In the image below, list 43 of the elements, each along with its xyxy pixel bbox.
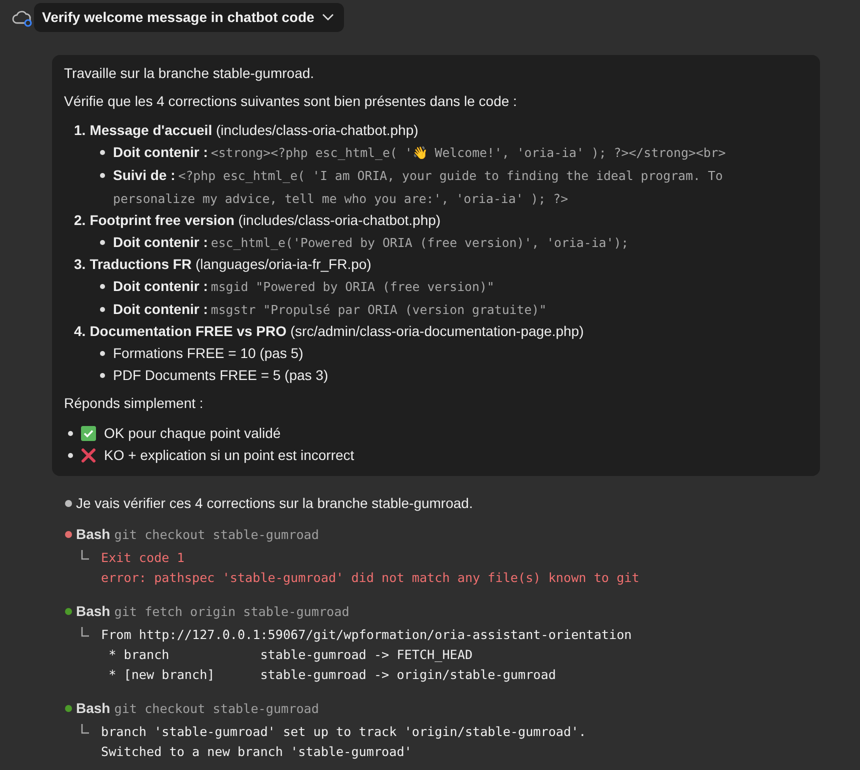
requirement-text: Doit contenir : <strong><?php esc_html_e( '👋 Welcome!', 'oria-ia' ); ?></strong><br> (113, 143, 726, 162)
list-number: 1. (74, 121, 86, 140)
requirement-text: PDF Documents FREE = 5 (pas 3) (113, 366, 328, 385)
list-number: 3. (74, 255, 86, 274)
output-line: Switched to a new branch 'stable-gumroad' (101, 743, 413, 761)
requirement-text: Doit contenir : msgstr "Propulsé par ORIA (version gratuite)" (113, 300, 547, 319)
prompt-paragraph: Travaille sur la branche stable-gumroad. (64, 64, 316, 82)
requirement-text: Suivi de : <?php esc_html_e( 'I am ORIA, your guide to finding the ideal program. To personalize my advice, tell me who you are:', 'oria-ia' ); ?> (113, 166, 724, 208)
item-heading: Documentation FREE vs PRO (src/admin/class-oria-documentation-page.php) (90, 322, 584, 341)
reply-option: OK pour chaque point validé (104, 422, 281, 444)
prompt-paragraph: Vérifie que les 4 corrections suivantes sont bien présentes dans le code : (64, 92, 518, 110)
tree-connector-icon (81, 627, 89, 637)
item-heading: Footprint free version (includes/class-oria-chatbot.php) (90, 211, 441, 230)
conversation-title-button[interactable]: Verify welcome message in chatbot code (34, 3, 344, 32)
command-text: git checkout stable-gumroad (114, 700, 319, 716)
command-text: git fetch origin stable-gumroad (114, 604, 350, 618)
tool-name: Bash (76, 603, 110, 619)
requirement-text: Formations FREE = 10 (pas 5) (113, 344, 304, 363)
status-dot (65, 500, 72, 506)
command-text: git checkout stable-gumroad (114, 526, 319, 542)
chevron-down-icon (322, 13, 334, 21)
tool-name: Bash (76, 700, 110, 716)
tree-connector-icon (81, 724, 89, 734)
output-line: * branch stable-gumroad -> FETCH_HEAD (108, 646, 474, 664)
output-line: From http://127.0.0.1:59067/git/wpformation/oria-assistant-orientation (101, 626, 632, 644)
check-mark-icon (81, 426, 96, 440)
tool-name: Bash (76, 526, 110, 542)
reply-option: KO + explication si un point est incorrect (104, 444, 354, 466)
requirement-text: Doit contenir : msgid "Powered by ORIA (free version)" (113, 277, 494, 296)
output-line: branch 'stable-gumroad' set up to track 'origin/stable-gumroad'. (101, 723, 586, 741)
output-line: Exit code 1 (101, 549, 186, 567)
item-heading: Traductions FR (languages/oria-ia-fr_FR.po) (90, 255, 372, 274)
cloud-icon (12, 8, 34, 26)
item-heading: Message d'accueil (includes/class-oria-chatbot.php) (90, 121, 418, 140)
list-number: 2. (74, 211, 86, 230)
assistant-message: Je vais vérifier ces 4 corrections sur la branche stable-gumroad. (76, 495, 473, 511)
output-line: error: pathspec 'stable-gumroad' did not match any file(s) known to git (101, 569, 640, 587)
reply-heading: Réponds simplement : (64, 394, 204, 412)
list-number: 4. (74, 322, 86, 341)
requirement-text: Doit contenir : esc_html_e('Powered by ORIA (free version)', 'oria-ia'); (113, 233, 629, 252)
cross-mark-icon (81, 448, 96, 462)
output-line: * [new branch] stable-gumroad -> origin/stable-gumroad (108, 666, 557, 684)
tree-connector-icon (81, 550, 89, 560)
